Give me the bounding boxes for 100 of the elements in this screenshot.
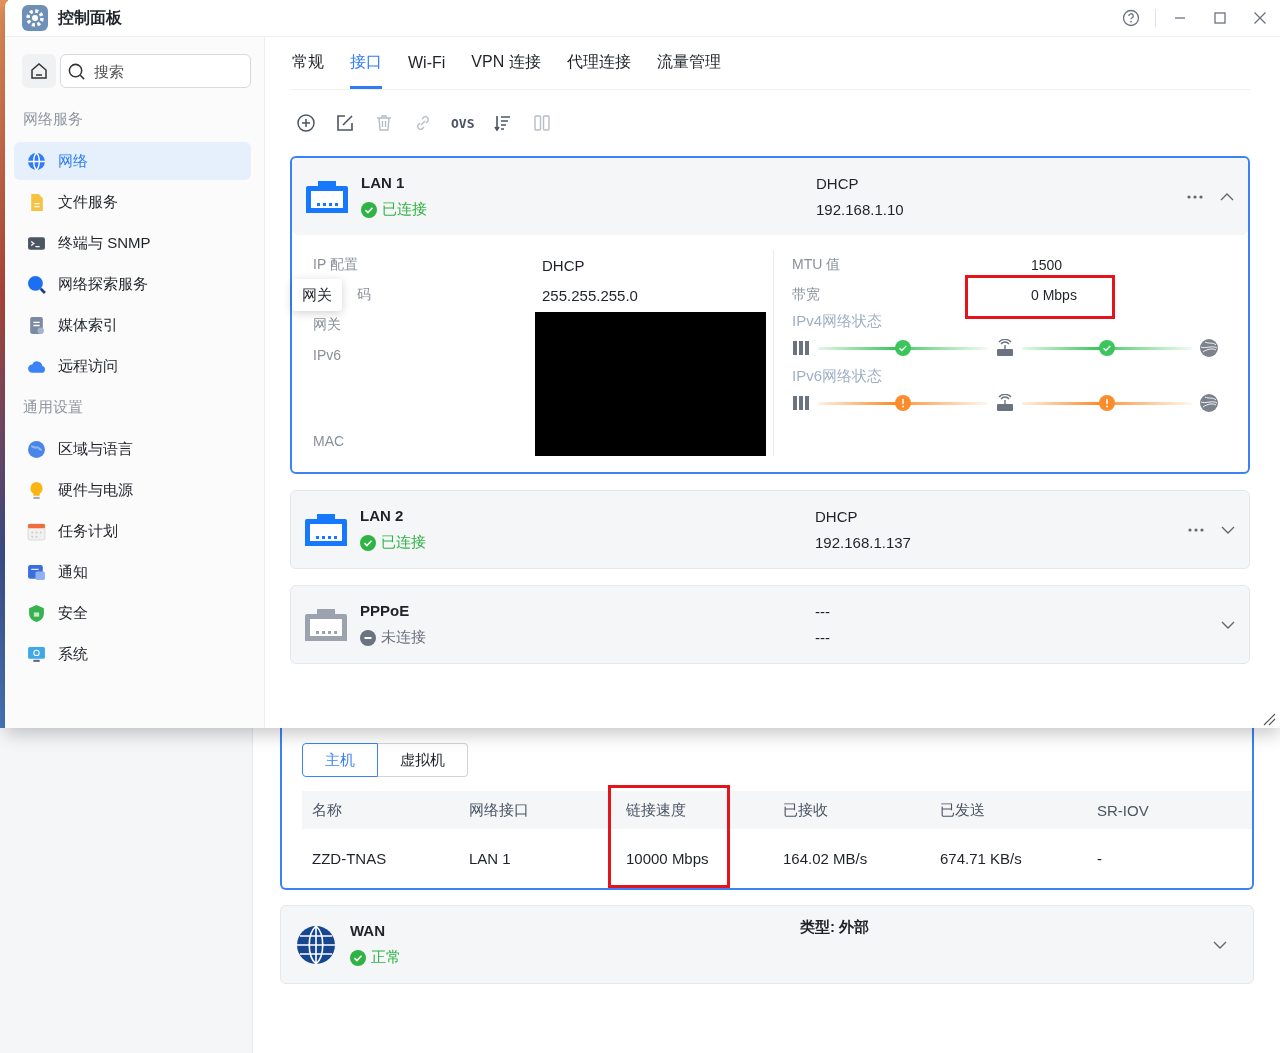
ip-mode: ---: [815, 601, 831, 622]
field-label: IP 配置: [313, 255, 358, 274]
wan-card[interactable]: WAN 正常 类型: 外部: [280, 905, 1254, 984]
interface-name: LAN 2: [360, 507, 405, 524]
chevron-icon[interactable]: [1221, 620, 1235, 629]
monitor-icon: [27, 644, 46, 664]
lightbulb-icon: [27, 480, 46, 500]
shield-icon: [27, 603, 46, 623]
field-value: 1500: [1031, 257, 1063, 273]
tab[interactable]: VPN 连接: [471, 37, 541, 89]
section-heading: 网络服务: [22, 109, 84, 129]
interface-card[interactable]: LAN 1 已连接 DHCP 192.168.1.10 IP 配置 DHCP 网关 码 255.255.255.0 网关 IPv6 MAC MTU 值 1500 带宽 0 Mbps IPv4网络状态 IPv6网络状态: [290, 156, 1250, 474]
sidebar-item[interactable]: 硬件与电源: [14, 471, 251, 509]
ip-address: 192.168.1.10: [816, 199, 905, 220]
column-header: 已接收: [773, 791, 930, 829]
tab[interactable]: Wi-Fi: [408, 37, 446, 89]
column-header: 链接速度: [616, 791, 773, 829]
field-label: MAC: [313, 432, 345, 451]
server-icon: [792, 394, 810, 412]
field-value: DHCP: [542, 255, 586, 276]
more-icon[interactable]: [1186, 193, 1204, 200]
ip-mode: DHCP: [815, 506, 859, 527]
status-label: 未连接: [381, 628, 426, 647]
interface-name: PPPoE: [360, 602, 411, 619]
field-label: MTU 值: [792, 256, 842, 274]
interface-name: LAN 1: [361, 174, 406, 191]
chevron-icon[interactable]: [1221, 525, 1235, 534]
help-icon[interactable]: [1121, 8, 1141, 28]
edit-button[interactable]: [334, 112, 355, 134]
path-label: IPv4网络状态: [792, 312, 883, 331]
chevron-icon[interactable]: [1220, 192, 1234, 201]
sidebar-item[interactable]: 区域与语言: [14, 430, 251, 468]
chevron-icon[interactable]: [1213, 940, 1227, 949]
sidebar-item[interactable]: 文件服务: [14, 183, 251, 221]
field-value: 0 Mbps: [1031, 287, 1077, 303]
ip-mode: DHCP: [816, 173, 860, 194]
column-header: 已发送: [930, 791, 1087, 829]
sidebar-item[interactable]: 通知: [14, 553, 251, 591]
path-label: IPv6网络状态: [792, 367, 883, 386]
tab[interactable]: 流量管理: [656, 37, 721, 89]
field-label: 网关: [313, 315, 341, 334]
document-icon: [27, 315, 46, 335]
ip-address: ---: [815, 627, 831, 648]
column-header: SR-IOV: [1087, 791, 1252, 829]
interface-card[interactable]: LAN 2 已连接 DHCP 192.168.1.137: [290, 490, 1250, 569]
segment-tab[interactable]: 虚拟机: [378, 743, 468, 777]
sidebar-item[interactable]: 网络探索服务: [14, 265, 251, 303]
ovs-button[interactable]: OVS: [451, 112, 475, 134]
ip-address: 192.168.1.137: [815, 532, 912, 553]
tab[interactable]: 接口: [350, 37, 382, 89]
more-icon[interactable]: [1187, 526, 1205, 533]
table-cell-text: ZZD-TNAS: [311, 849, 388, 869]
section-heading: 通用设置: [22, 397, 84, 417]
globe-icon: [27, 439, 46, 459]
table-cell-text: -: [1096, 849, 1103, 869]
search-icon: [67, 61, 86, 81]
field-label: 带宽: [792, 286, 821, 304]
field-label: 码: [357, 285, 371, 304]
tab[interactable]: 代理连接: [566, 37, 631, 89]
column-header: 名称: [302, 791, 459, 829]
router-icon: [996, 394, 1014, 412]
globe-icon: [296, 924, 336, 965]
table-cell-text: LAN 1: [468, 849, 512, 869]
field-label: IPv6: [313, 346, 341, 365]
resize-grip-icon[interactable]: [1262, 712, 1276, 726]
home-button[interactable]: [22, 54, 56, 88]
status-label: 已连接: [381, 533, 426, 552]
message-icon: [27, 562, 46, 582]
globe-icon: [1200, 339, 1218, 357]
interface-card[interactable]: PPPoE 未连接 --- ---: [290, 585, 1250, 664]
search-field[interactable]: 搜索: [60, 54, 251, 88]
status-label: 正常: [371, 948, 401, 967]
globe-icon: [1200, 394, 1218, 412]
status-label: 已连接: [382, 200, 427, 219]
table-cell-text: 164.02 MB/s: [782, 849, 869, 869]
table-cell-text: 674.71 KB/s: [939, 849, 1023, 869]
add-button[interactable]: [295, 112, 316, 134]
router-icon: [996, 339, 1014, 357]
globe-icon: [27, 151, 46, 171]
sidebar-item[interactable]: 媒体索引: [14, 306, 251, 344]
search-input[interactable]: 搜索: [92, 61, 216, 81]
tab[interactable]: 常规: [292, 37, 324, 89]
calendar-icon: [27, 521, 46, 541]
segment-tab[interactable]: 主机: [302, 743, 378, 777]
interface-name: WAN: [350, 922, 386, 939]
server-icon: [792, 339, 810, 357]
sidebar-item[interactable]: 安全: [14, 594, 251, 632]
sidebar-item[interactable]: 网络: [14, 142, 251, 180]
sidebar-item[interactable]: 任务计划: [14, 512, 251, 550]
sidebar-item[interactable]: 系统: [14, 635, 251, 673]
field-value: 255.255.255.0: [542, 285, 639, 306]
window-title: 控制面板: [58, 7, 122, 28]
type-label: 类型: 外部: [800, 918, 871, 937]
sidebar-item[interactable]: 终端与 SNMP: [14, 224, 251, 262]
column-header: 网络接口: [459, 791, 616, 829]
gear-icon: [22, 5, 48, 31]
tooltip: 网关: [292, 279, 342, 311]
sidebar-item[interactable]: 远程访问: [14, 347, 251, 385]
table-cell-text: 10000 Mbps: [625, 849, 710, 869]
magnifier-icon: [27, 274, 46, 294]
